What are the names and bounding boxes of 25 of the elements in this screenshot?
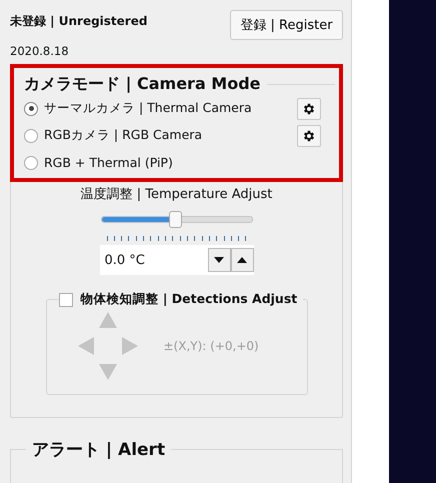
- register-button[interactable]: 登録 | Register: [230, 10, 343, 40]
- group-title: アラート | Alert: [31, 439, 166, 461]
- radio-option[interactable]: サーマルカメラ | Thermal Camera: [24, 100, 252, 117]
- temperature-slider[interactable]: [100, 211, 252, 228]
- radio-button[interactable]: [24, 156, 38, 170]
- settings-button[interactable]: [297, 124, 321, 146]
- group-title: カメラモード | Camera Mode: [23, 74, 262, 95]
- radio-button[interactable]: [24, 102, 38, 116]
- settings-button[interactable]: [297, 98, 321, 120]
- down-triangle-icon: [214, 257, 224, 263]
- offset-readout: ±(X,Y): (+0,+0): [164, 339, 259, 353]
- gear-icon: [302, 102, 316, 116]
- increment-button[interactable]: [230, 248, 254, 272]
- direction-pad-icon: [78, 312, 138, 380]
- radio-option[interactable]: RGBカメラ | RGB Camera: [24, 127, 202, 144]
- temperature-label: 温度調整 | Temperature Adjust: [80, 186, 272, 203]
- slider-handle[interactable]: [168, 211, 182, 228]
- version-date: 2020.8.18: [10, 44, 70, 58]
- up-triangle-icon: [237, 257, 247, 263]
- radio-button[interactable]: [24, 128, 38, 142]
- radio-option[interactable]: RGB + Thermal (PiP): [24, 155, 173, 170]
- detections-label: 物体検知調整 | Detections Adjust: [80, 291, 298, 308]
- decrement-button[interactable]: [208, 248, 230, 272]
- registration-status: 未登録 | Unregistered: [10, 13, 148, 30]
- gear-icon: [302, 128, 316, 142]
